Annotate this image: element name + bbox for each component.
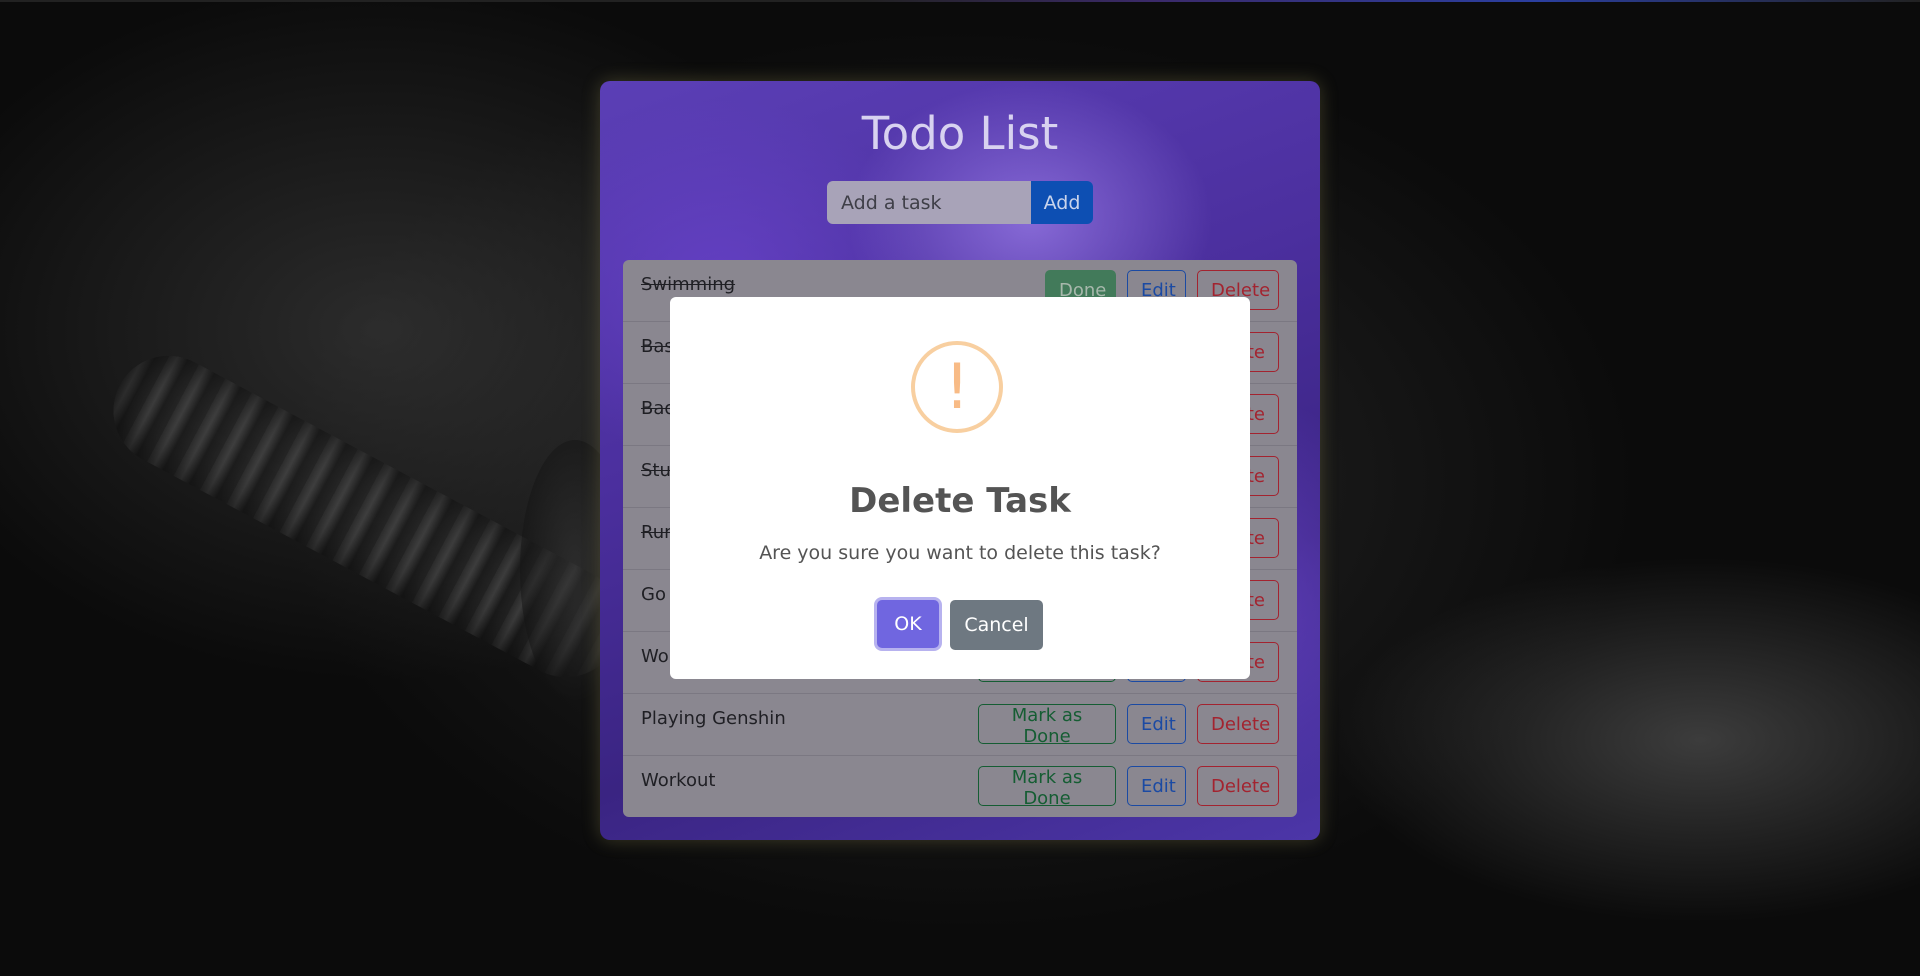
- dialog-title: Delete Task: [849, 481, 1071, 521]
- dialog-actions: OK Cancel: [670, 600, 1250, 650]
- dialog-message: Are you sure you want to delete this tas…: [759, 542, 1161, 564]
- delete-confirm-dialog: ! Delete Task Are you sure you want to d…: [670, 297, 1250, 679]
- warning-icon: !: [911, 341, 1003, 433]
- ok-button[interactable]: OK: [877, 600, 939, 648]
- cancel-button[interactable]: Cancel: [950, 600, 1043, 650]
